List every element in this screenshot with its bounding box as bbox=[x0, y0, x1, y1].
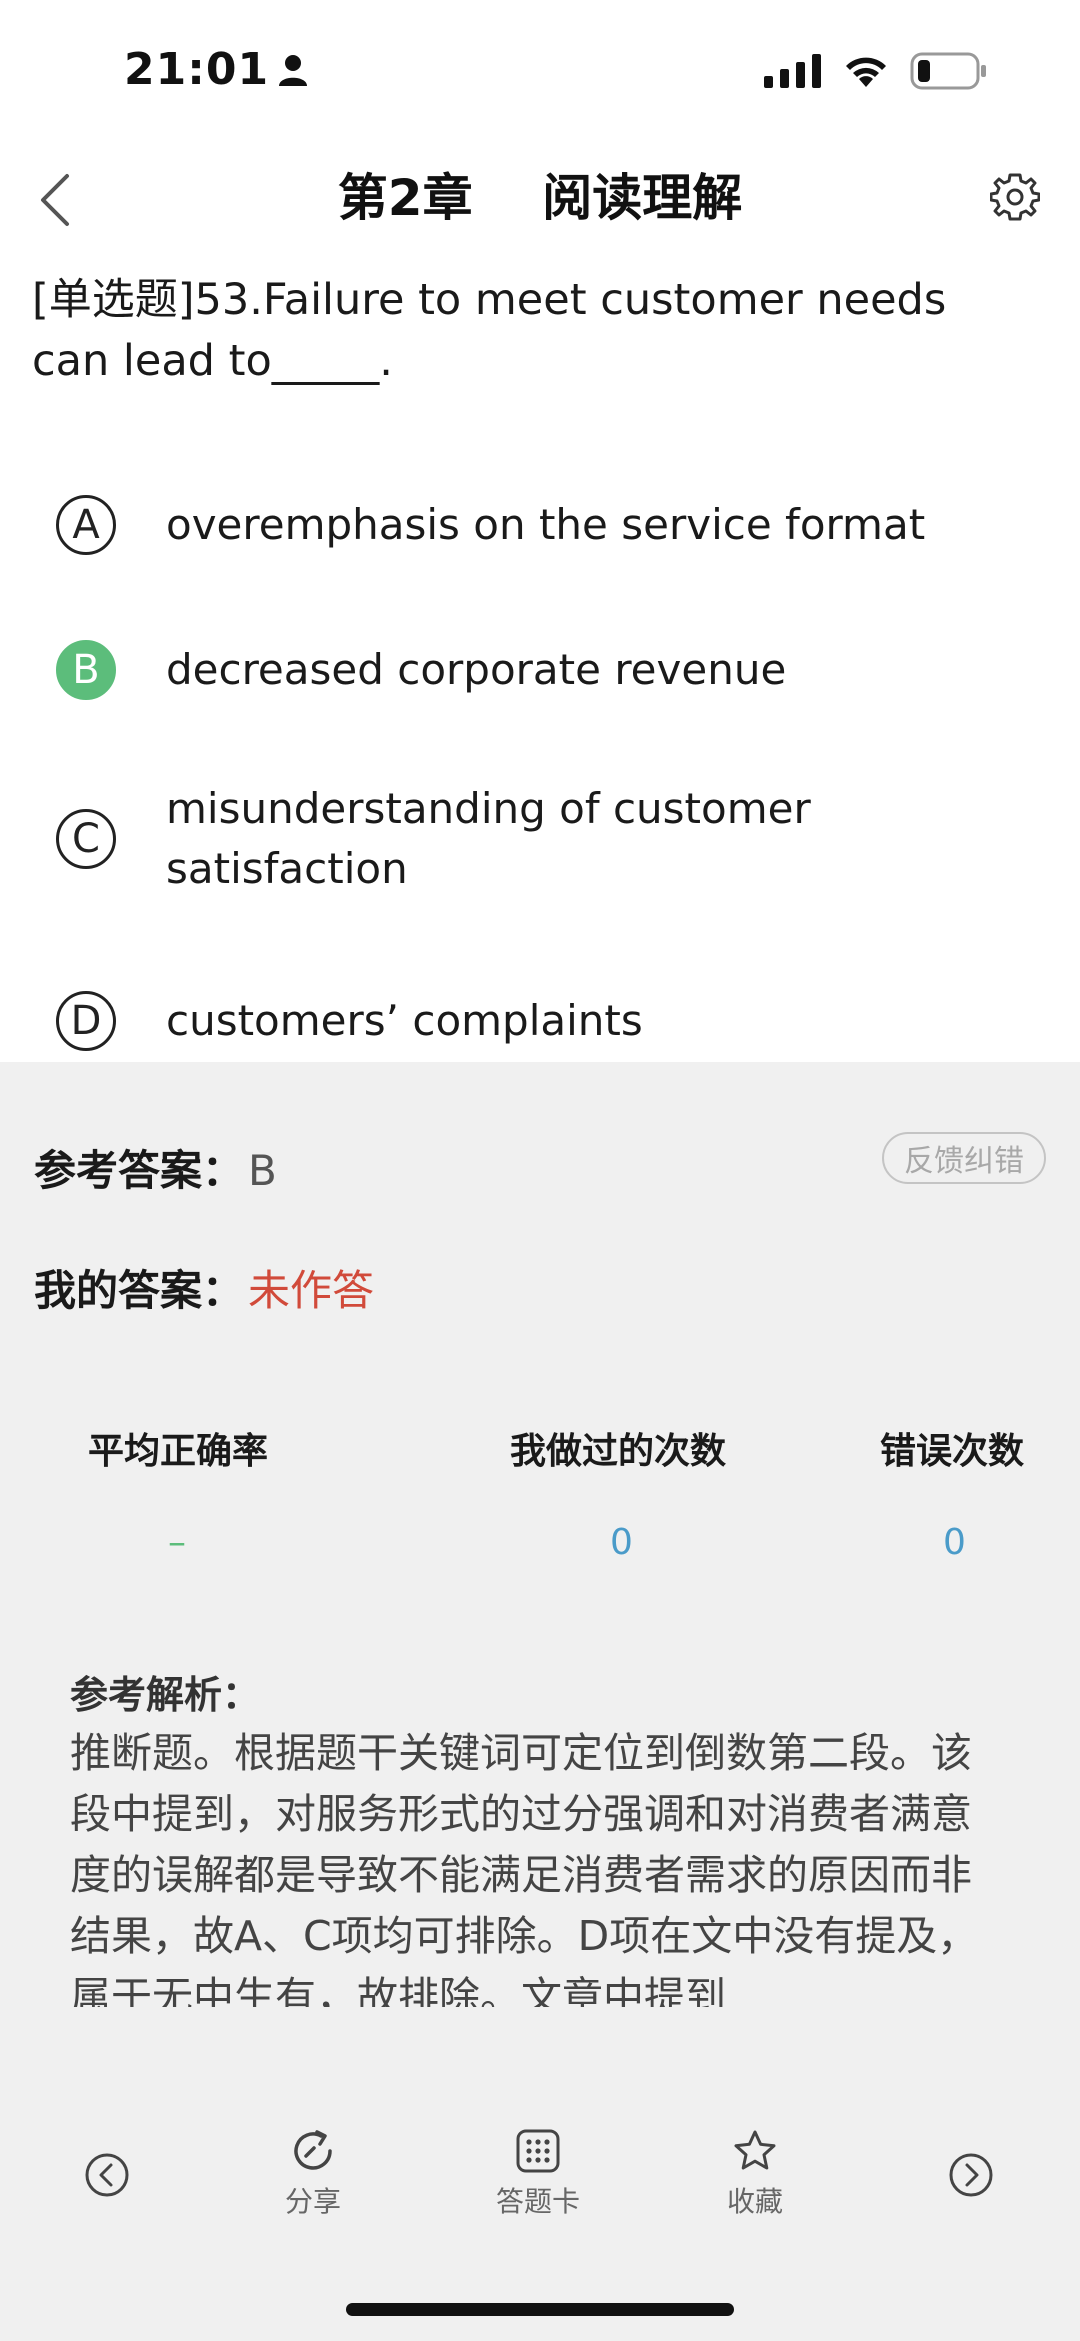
share-button[interactable]: 分享 bbox=[285, 2128, 341, 2220]
option-b[interactable]: B decreased corporate revenue bbox=[0, 600, 1080, 740]
status-time-group: 21:01 bbox=[124, 44, 309, 95]
option-letter: D bbox=[56, 991, 116, 1051]
battery-icon bbox=[910, 52, 986, 90]
star-icon bbox=[734, 2130, 776, 2170]
status-time: 21:01 bbox=[124, 44, 270, 95]
share-icon bbox=[294, 2130, 332, 2170]
reference-answer-label: 参考答案： bbox=[34, 1146, 245, 1195]
page-title: 第2章 阅读理解 bbox=[337, 169, 743, 227]
analysis-title: 参考解析： bbox=[70, 1673, 261, 1717]
person-icon bbox=[279, 54, 308, 86]
share-label: 分享 bbox=[285, 2185, 342, 2218]
my-answer: 我的答案： 未作答 bbox=[34, 1257, 374, 1318]
error-count-value: 0 bbox=[943, 1522, 966, 1563]
attempt-count-label: 我做过的次数 bbox=[510, 1431, 727, 1472]
analysis-text: 推断题。根据题干关键词可定位到倒数第二段。该段中提到，对服务形式的过分强调和对消… bbox=[70, 1729, 979, 2007]
reference-answer: 参考答案： B bbox=[34, 1137, 277, 1198]
reference-answer-value: B bbox=[248, 1146, 277, 1195]
option-text: misunderstanding of customer satisfactio… bbox=[166, 784, 811, 893]
signal-icon bbox=[764, 54, 821, 88]
bottom-toolbar: 分享 答题卡 收藏 bbox=[0, 2100, 1080, 2230]
option-letter: C bbox=[56, 809, 116, 869]
avg-accuracy-value: – bbox=[168, 1522, 186, 1563]
avg-accuracy-label: 平均正确率 bbox=[88, 1431, 269, 1472]
error-count-label: 错误次数 bbox=[880, 1431, 1025, 1472]
chevron-left-circle-icon bbox=[85, 2153, 129, 2197]
my-answer-label: 我的答案： bbox=[34, 1266, 245, 1315]
my-answer-value: 未作答 bbox=[248, 1266, 375, 1315]
analysis-section: 参考解析： 推断题。根据题干关键词可定位到倒数第二段。该段中提到，对服务形式的过… bbox=[70, 1667, 1010, 2007]
feedback-button[interactable]: 反馈纠错 bbox=[882, 1132, 1046, 1184]
status-icons bbox=[764, 52, 988, 90]
answer-card-label: 答题卡 bbox=[496, 2185, 581, 2218]
chevron-right-circle-icon bbox=[949, 2153, 993, 2197]
status-bar: 21:01 bbox=[0, 0, 1080, 140]
option-text: decreased corporate revenue bbox=[166, 645, 787, 694]
option-letter: B bbox=[56, 640, 116, 700]
answer-card-button[interactable]: 答题卡 bbox=[496, 2128, 580, 2220]
question-text: [单选题]53.Failure to meet customer needs c… bbox=[32, 275, 947, 386]
favorite-button[interactable]: 收藏 bbox=[727, 2128, 783, 2220]
gear-icon bbox=[990, 173, 1040, 221]
favorite-label: 收藏 bbox=[727, 2185, 784, 2218]
option-letter: A bbox=[56, 495, 116, 555]
wifi-icon bbox=[846, 57, 886, 87]
settings-button[interactable] bbox=[980, 162, 1050, 232]
option-text: overemphasis on the service format bbox=[166, 500, 926, 549]
stats-row: 平均正确率 – 我做过的次数 0 错误次数 0 bbox=[0, 1422, 1080, 1572]
option-c[interactable]: C misunderstanding of customer satisfact… bbox=[0, 755, 1080, 925]
option-a[interactable]: A overemphasis on the service format bbox=[0, 455, 1080, 595]
prev-button[interactable] bbox=[84, 2152, 130, 2198]
option-text: customers’ complaints bbox=[166, 996, 643, 1045]
attempt-count-value: 0 bbox=[610, 1522, 633, 1563]
grid-icon bbox=[516, 2129, 560, 2173]
home-indicator[interactable] bbox=[346, 2303, 734, 2316]
next-button[interactable] bbox=[948, 2152, 994, 2198]
nav-bar: 第2章 阅读理解 bbox=[0, 140, 1080, 260]
